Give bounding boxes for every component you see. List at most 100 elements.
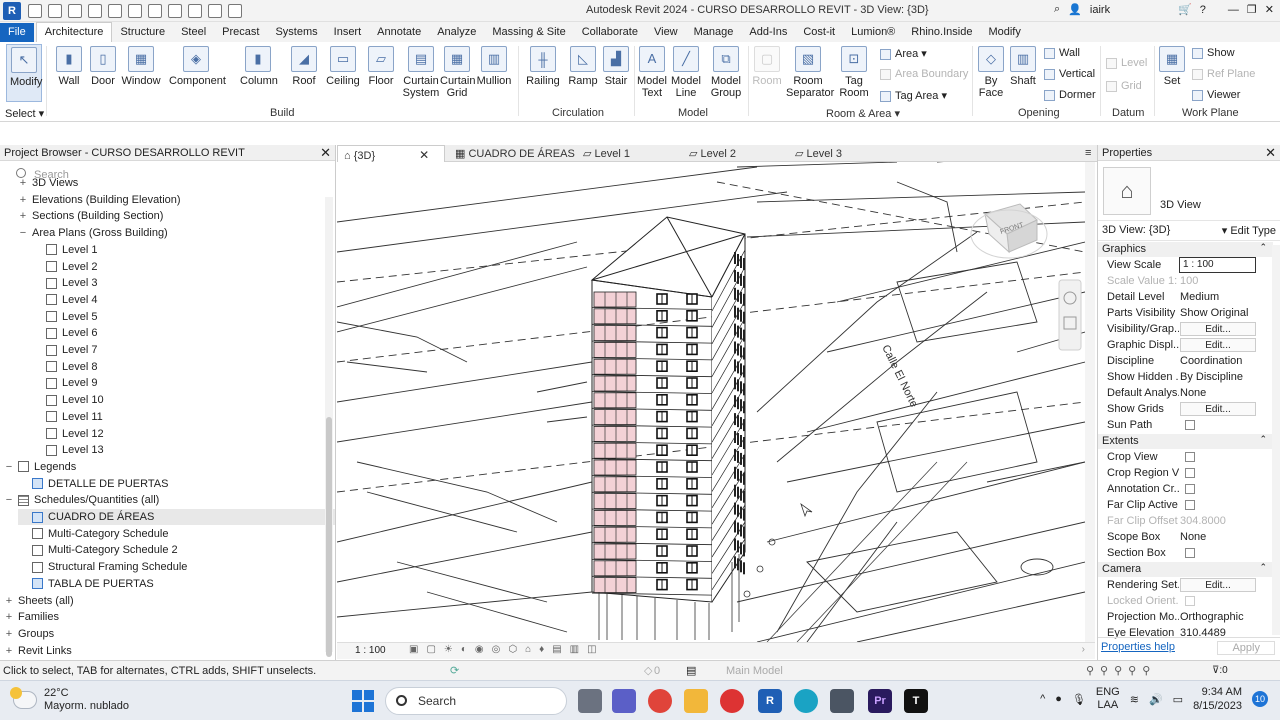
app-tray-icon[interactable]: ● <box>1055 693 1062 705</box>
checkbox[interactable] <box>1185 420 1195 430</box>
stair-button[interactable]: ▟ Stair <box>602 46 630 87</box>
properties-scrollbar[interactable] <box>1272 245 1280 635</box>
ribbon-tab-insert[interactable]: Insert <box>326 23 370 42</box>
tree-item[interactable]: + Sheets (all) <box>4 593 74 609</box>
view-scale-control[interactable]: 1 : 100 <box>355 645 386 656</box>
section-extents[interactable]: Extents ⌃ <box>1098 434 1273 449</box>
mullion-button[interactable]: ▥ Mullion <box>476 46 512 87</box>
tree-item[interactable]: Multi-Category Schedule <box>18 526 168 542</box>
revit-taskbar-icon[interactable]: R <box>758 689 782 713</box>
model-line-button[interactable]: ╱ Model Line <box>671 46 701 99</box>
tree-item[interactable]: CUADRO DE ÁREAS <box>18 509 335 525</box>
canvas-vertical-scrollbar[interactable] <box>1085 162 1095 642</box>
wall-button[interactable]: ▮ Wall <box>56 46 82 87</box>
tree-item[interactable]: + Elevations (Building Elevation) <box>18 192 181 208</box>
vertical-opening-button[interactable]: Vertical <box>1044 68 1095 80</box>
show-button[interactable]: Show <box>1192 47 1235 59</box>
switch-windows-icon[interactable] <box>228 3 242 18</box>
checkbox[interactable] <box>1185 500 1195 510</box>
tree-item[interactable]: Structural Framing Schedule <box>18 559 187 575</box>
select-dropdown[interactable]: Select ▾ <box>5 107 44 120</box>
redo-icon[interactable] <box>128 3 142 18</box>
edit-type-button[interactable]: ▾ Edit Type <box>1222 224 1276 237</box>
scroll-thumb[interactable] <box>326 417 332 657</box>
ribbon-tab-steel[interactable]: Steel <box>173 23 214 42</box>
save-icon[interactable] <box>68 3 82 18</box>
revit-logo[interactable]: R <box>3 1 21 20</box>
tree-item[interactable]: + Revit Links <box>4 643 72 659</box>
tree-item[interactable]: Level 5 <box>32 309 97 325</box>
tree-item[interactable]: +3D Views <box>18 175 78 191</box>
new-icon[interactable] <box>48 3 62 18</box>
tree-item[interactable]: Level 6 <box>32 325 97 341</box>
ribbon-tab-collaborate[interactable]: Collaborate <box>574 23 646 42</box>
main-model-selector[interactable]: Main Model <box>726 665 783 677</box>
section-camera[interactable]: Camera ⌃ <box>1098 562 1273 577</box>
worksharing-icon[interactable]: ⟳ <box>450 664 459 677</box>
chevron-up-icon[interactable]: ^ <box>1040 693 1045 705</box>
shaft-button[interactable]: ▥ Shaft <box>1008 46 1038 87</box>
column-button[interactable]: ▮ Column <box>240 46 278 87</box>
viewer-button[interactable]: Viewer <box>1192 89 1240 101</box>
premiere-icon[interactable]: Pr <box>868 689 892 713</box>
tab-level-2[interactable]: ▱ Level 2 <box>683 145 742 162</box>
ribbon-tab-precast[interactable]: Precast <box>214 23 267 42</box>
taskbar-search[interactable]: Search <box>385 687 567 715</box>
open-icon[interactable] <box>28 3 42 18</box>
area-button[interactable]: Area ▾ <box>880 47 927 60</box>
ribbon-tab-architecture[interactable]: Architecture <box>35 22 113 42</box>
grid-button[interactable]: Grid <box>1106 80 1142 92</box>
tree-item[interactable]: Level 10 <box>32 392 104 408</box>
browser-scrollbar[interactable] <box>325 197 333 657</box>
mic-icon[interactable]: 🎙 <box>1072 693 1086 706</box>
volume-icon[interactable]: 🔊 <box>1149 693 1163 706</box>
task-view-icon[interactable] <box>578 689 602 713</box>
view-canvas[interactable]: FRONT Calle El Norte <box>337 162 1085 642</box>
ribbon-tab-view[interactable]: View <box>646 23 686 42</box>
window-button[interactable]: ▦ Window <box>121 46 161 87</box>
design-options-icon[interactable]: ◇ <box>644 664 652 677</box>
expand-icon[interactable]: + <box>4 595 14 607</box>
edit-button[interactable]: Edit... <box>1180 578 1256 592</box>
sync-icon[interactable] <box>88 3 102 18</box>
ribbon-tab-analyze[interactable]: Analyze <box>429 23 484 42</box>
undo-icon[interactable] <box>108 3 122 18</box>
tree-item[interactable]: DETALLE DE PUERTAS <box>18 476 168 492</box>
expand-icon[interactable]: + <box>18 177 28 189</box>
tab-level-3[interactable]: ▱ Level 3 <box>789 145 848 162</box>
tree-item[interactable]: Multi-Category Schedule 2 <box>18 542 178 558</box>
collapse-icon[interactable]: − <box>4 461 14 473</box>
ref-plane-button[interactable]: Ref Plane <box>1192 68 1255 80</box>
component-button[interactable]: ◈ Component <box>169 46 226 87</box>
tree-item[interactable]: + Sections (Building Section) <box>18 208 164 224</box>
close-icon[interactable]: ✕ <box>419 148 429 162</box>
area-boundary-button[interactable]: Area Boundary <box>880 68 968 80</box>
edge-icon[interactable] <box>794 689 818 713</box>
tree-item[interactable]: − Schedules/Quantities (all) <box>4 492 160 508</box>
by-face-button[interactable]: ◇ By Face <box>976 46 1006 99</box>
edit-button[interactable]: Edit... <box>1180 322 1256 336</box>
tree-item[interactable]: TABLA DE PUERTAS <box>18 576 154 592</box>
windows-start-icon[interactable] <box>352 690 374 712</box>
wall-opening-button[interactable]: Wall <box>1044 47 1080 59</box>
active-workset-icon[interactable]: ▤ <box>686 664 696 677</box>
ramp-button[interactable]: ◺ Ramp <box>568 46 598 87</box>
tag-room-button[interactable]: ⊡ Tag Room <box>838 46 870 99</box>
tree-item[interactable]: Level 4 <box>32 292 97 308</box>
close-icon[interactable]: ✕ <box>320 145 331 161</box>
collapse-icon[interactable]: ⌃ <box>1259 242 1267 253</box>
ribbon-tab-massing-site[interactable]: Massing & Site <box>484 23 573 42</box>
room-button[interactable]: ▢ Room <box>752 46 782 87</box>
ribbon-tab-structure[interactable]: Structure <box>112 23 173 42</box>
battery-icon[interactable]: ▭ <box>1173 693 1183 706</box>
tree-item[interactable]: Level 13 <box>32 442 104 458</box>
tree-item[interactable]: Level 1 <box>32 242 97 258</box>
tree-item[interactable]: + Families <box>4 609 59 625</box>
minimize-icon[interactable]: — <box>1228 4 1239 16</box>
text-icon[interactable] <box>188 3 202 18</box>
tab-level-1[interactable]: ▱ Level 1 <box>577 145 636 162</box>
app-t-icon[interactable]: T <box>904 689 928 713</box>
apply-button[interactable]: Apply <box>1217 641 1275 655</box>
tree-item[interactable]: − Legends <box>4 459 76 475</box>
expand-icon[interactable]: + <box>4 611 14 623</box>
